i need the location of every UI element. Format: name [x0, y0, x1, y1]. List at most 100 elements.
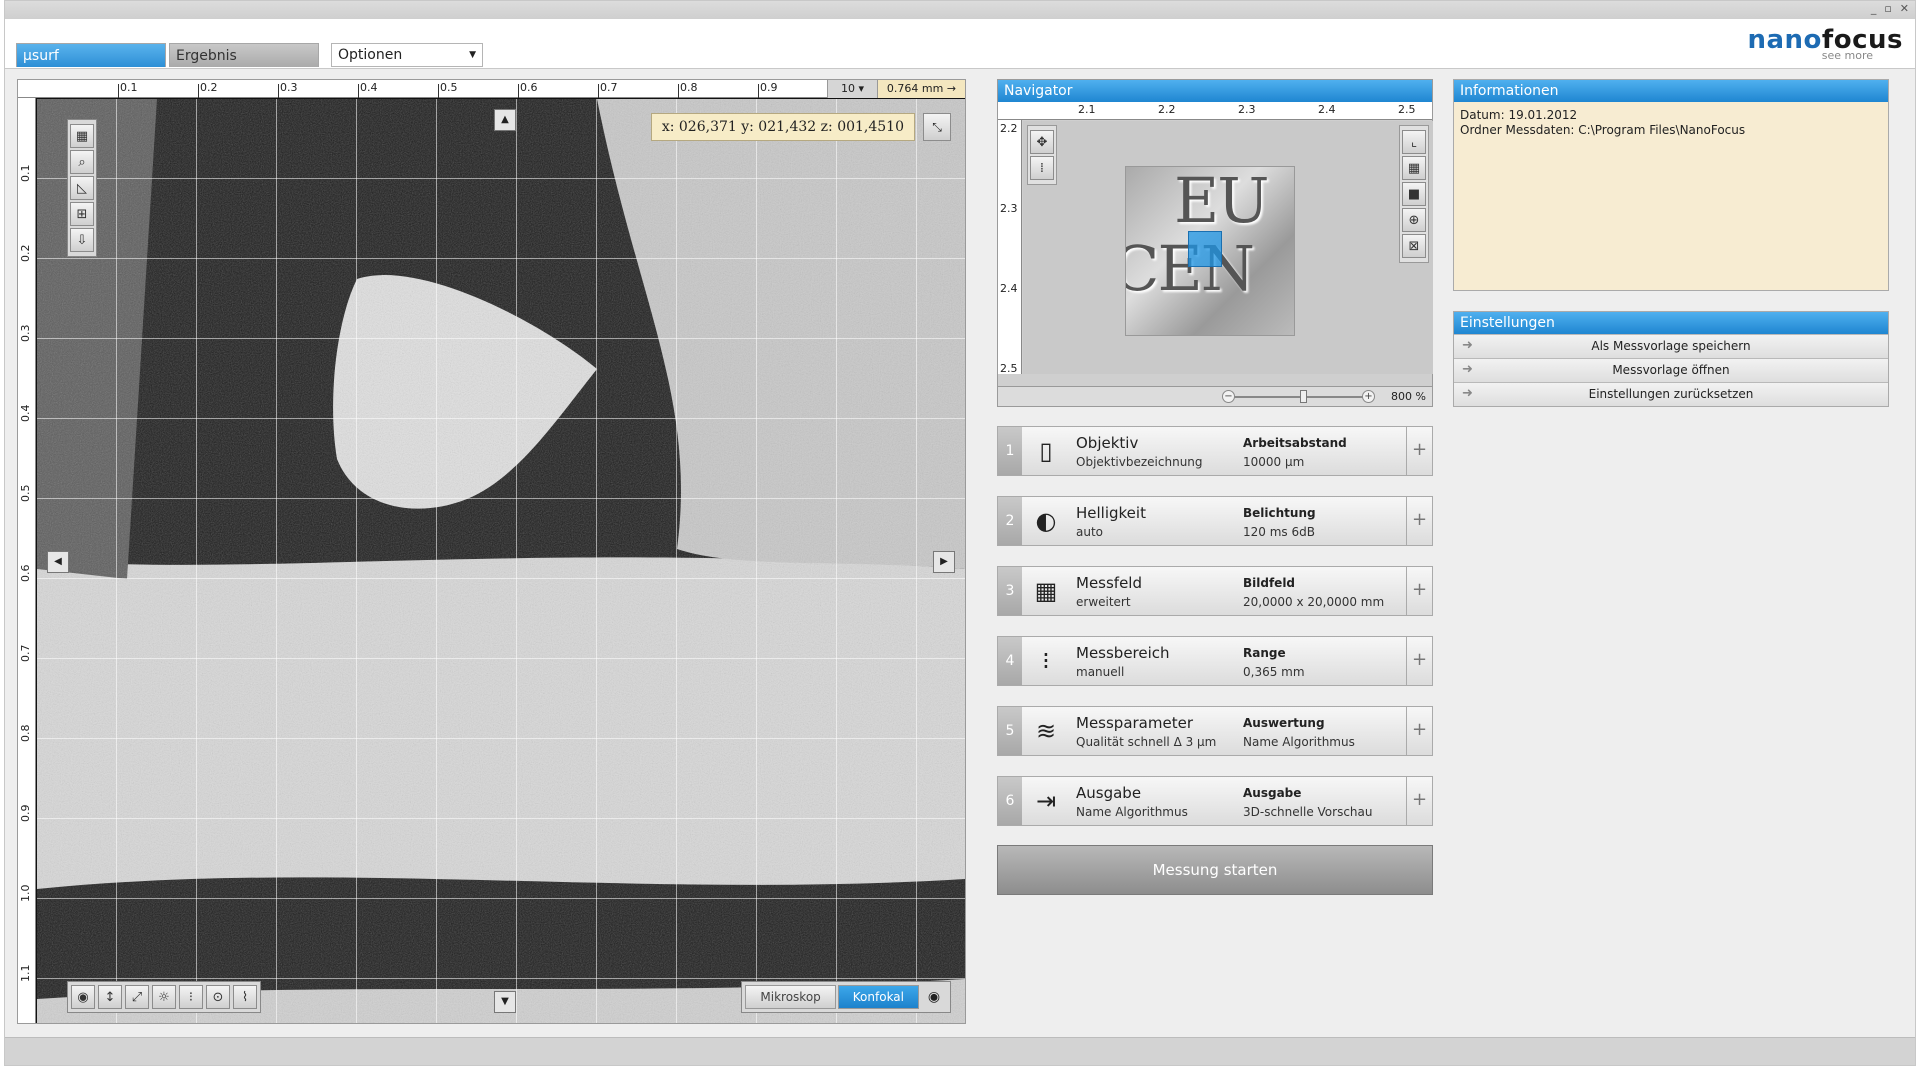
brightness-icon: ◐: [1035, 507, 1057, 535]
nav-ruler-x-label: 2.4: [1318, 103, 1336, 116]
ruler-y-label: 0.6: [19, 564, 32, 583]
download-icon[interactable]: ⇩: [70, 228, 94, 252]
step-5[interactable]: 5 ≋ Messparameter Qualität schnell Δ 3 µm Au…: [997, 706, 1433, 756]
info-panel: Informationen Datum: 19.01.2012 Ordner M…: [1453, 79, 1889, 291]
grid-line-vertical: [516, 99, 517, 1023]
scale-indicator: 0.764 mm →: [877, 80, 965, 98]
ruler-x-label: 0.9: [760, 81, 778, 94]
scroll-left-button[interactable]: ◀: [47, 551, 69, 573]
grid-line-horizontal: [37, 978, 965, 979]
ruler-y-label: 1.0: [19, 884, 32, 903]
dots-grid-icon[interactable]: ⁞: [1030, 156, 1054, 180]
nav-ruler-x-label: 2.3: [1238, 103, 1256, 116]
nav-ruler-y-label: 2.4: [1000, 282, 1018, 295]
step-3[interactable]: 3 ▦ Messfeld erweitert Bildfeld 20,0000 x 20,…: [997, 566, 1433, 616]
image-viewer[interactable]: 10 ▾ 0.764 mm → 0.1 0.2 0.3 0.4 0.5 0.6 0.7 0.8…: [17, 79, 966, 1024]
plus-icon[interactable]: +: [1406, 497, 1432, 545]
mode-mikroskop[interactable]: Mikroskop: [745, 985, 836, 1009]
grid-line-horizontal: [37, 738, 965, 739]
settings-panel: Einstellungen ➜ Als Messvorlage speichern…: [1453, 311, 1889, 407]
ruler-tick: [198, 84, 199, 98]
ruler-tick: [278, 84, 279, 98]
plus-icon[interactable]: +: [1406, 567, 1432, 615]
info-folder: Ordner Messdaten: C:\Program Files\NanoF…: [1460, 123, 1746, 137]
grid-line-vertical: [596, 99, 597, 1023]
zoom-slider-handle[interactable]: [1300, 390, 1307, 403]
hierarchy-icon[interactable]: ⊞: [70, 202, 94, 226]
zoom-out-icon[interactable]: −: [1222, 390, 1235, 403]
ruler-y-label: 0.7: [19, 644, 32, 663]
surface-icon[interactable]: ⌇: [233, 985, 257, 1009]
plus-icon[interactable]: +: [1406, 637, 1432, 685]
expand-icon[interactable]: ⤢: [125, 985, 149, 1009]
layers-icon: ≋: [1035, 717, 1057, 745]
record-icon[interactable]: ◉: [921, 985, 947, 1009]
ruler-vertical: 0.1 0.2 0.3 0.4 0.5 0.6 0.7 0.8 0.9 1.0 1.1: [18, 98, 36, 1023]
step-6[interactable]: 6 ⇥ Ausgabe Name Algorithmus Ausgabe 3D-schne…: [997, 776, 1433, 826]
nav-ruler-y-label: 2.5: [1000, 362, 1018, 375]
navigator-left-tools: ✥ ⁞: [1027, 125, 1057, 185]
plus-icon[interactable]: +: [1406, 707, 1432, 755]
grid-icon[interactable]: ▦: [1402, 156, 1426, 180]
step-subtitle: Objektivbezeichnung: [1076, 455, 1203, 469]
reset-settings-button[interactable]: ➜ Einstellungen zurücksetzen: [1454, 382, 1888, 406]
reset-settings-label: Einstellungen zurücksetzen: [1588, 387, 1754, 401]
step-4[interactable]: 4 ⁝ Messbereich manuell Range 0,365 mm +: [997, 636, 1433, 686]
fit-icon[interactable]: ⊠: [1402, 234, 1426, 258]
step-2[interactable]: 2 ◐ Helligkeit auto Belichtung 120 ms 6dB +: [997, 496, 1433, 546]
range-icon[interactable]: ⁝: [179, 985, 203, 1009]
vertical-move-icon[interactable]: ↕: [98, 985, 122, 1009]
plus-icon[interactable]: +: [1406, 427, 1432, 475]
zoom-select[interactable]: 10 ▾: [827, 80, 877, 98]
autofocus-icon[interactable]: ⊙: [206, 985, 230, 1009]
crop-icon[interactable]: ⌞: [1402, 130, 1426, 154]
grid-line-horizontal: [37, 338, 965, 339]
microscope-image[interactable]: ▦ ⌕ ◺ ⊞ ⇩ x: 026,371 y: 021,432 z: 001,4…: [37, 99, 965, 1023]
tab-usurf[interactable]: µsurf: [16, 43, 166, 67]
ruler-tick: [438, 84, 439, 98]
arrow-right-icon: ➜: [1462, 386, 1473, 401]
mode-konfokal[interactable]: Konfokal: [837, 985, 919, 1009]
window-controls: _ ▫ ✕: [1871, 3, 1909, 15]
open-template-button[interactable]: ➜ Messvorlage öffnen: [1454, 358, 1888, 382]
scroll-up-button[interactable]: ▲: [494, 109, 516, 131]
ruler-tick: [598, 84, 599, 98]
grid-line-horizontal: [37, 418, 965, 419]
navigator-thumbnail[interactable]: EU CEN: [1125, 166, 1295, 336]
light-icon[interactable]: ☼: [152, 985, 176, 1009]
save-template-button[interactable]: ➜ Als Messvorlage speichern: [1454, 334, 1888, 358]
zoom-value: 800 %: [1391, 390, 1426, 403]
close-button[interactable]: ✕: [1900, 3, 1909, 15]
options-select[interactable]: Optionen ▼: [331, 43, 483, 67]
navigator-ruler-horizontal: 2.1 2.2 2.3 2.4 2.5: [998, 102, 1432, 120]
grid-line-horizontal: [37, 898, 965, 899]
zoom-in-icon[interactable]: +: [1362, 390, 1375, 403]
navigator-selection[interactable]: [1188, 231, 1222, 267]
zoom-slider-track[interactable]: [1228, 396, 1368, 398]
arrow-right-icon: ➜: [1462, 338, 1473, 353]
square-icon[interactable]: ■: [1402, 182, 1426, 206]
magnifier-icon[interactable]: ⌕: [70, 150, 94, 174]
step-1[interactable]: 1 ▯ Objektiv Objektivbezeichnung Arbeitsabst…: [997, 426, 1433, 476]
navigator-view[interactable]: EU CEN ✥ ⁞ ⌞ ▦ ■ ⊕ ⊠: [1023, 121, 1433, 374]
center-icon[interactable]: ⊕: [1402, 208, 1426, 232]
ruler-x-label: 0.5: [440, 81, 458, 94]
ruler-y-label: 0.8: [19, 724, 32, 743]
tab-ergebnis[interactable]: Ergebnis: [169, 43, 319, 67]
grid-line-horizontal: [37, 658, 965, 659]
grid-line-vertical: [196, 99, 197, 1023]
minimize-button[interactable]: _: [1871, 3, 1877, 15]
maximize-button[interactable]: ▫: [1884, 3, 1891, 15]
navigator-right-tools: ⌞ ▦ ■ ⊕ ⊠: [1399, 125, 1429, 263]
move-icon[interactable]: ✥: [1030, 130, 1054, 154]
step-param-title: Auswertung: [1243, 716, 1325, 730]
target-icon[interactable]: ◉: [71, 985, 95, 1009]
scroll-right-button[interactable]: ▶: [933, 551, 955, 573]
axes-icon[interactable]: ⤡: [923, 113, 951, 141]
start-measurement-button[interactable]: Messung starten: [997, 845, 1433, 895]
scroll-down-button[interactable]: ▼: [494, 991, 516, 1013]
grid-icon[interactable]: ▦: [70, 124, 94, 148]
plus-icon[interactable]: +: [1406, 777, 1432, 825]
grid-line-horizontal: [37, 818, 965, 819]
angle-icon[interactable]: ◺: [70, 176, 94, 200]
